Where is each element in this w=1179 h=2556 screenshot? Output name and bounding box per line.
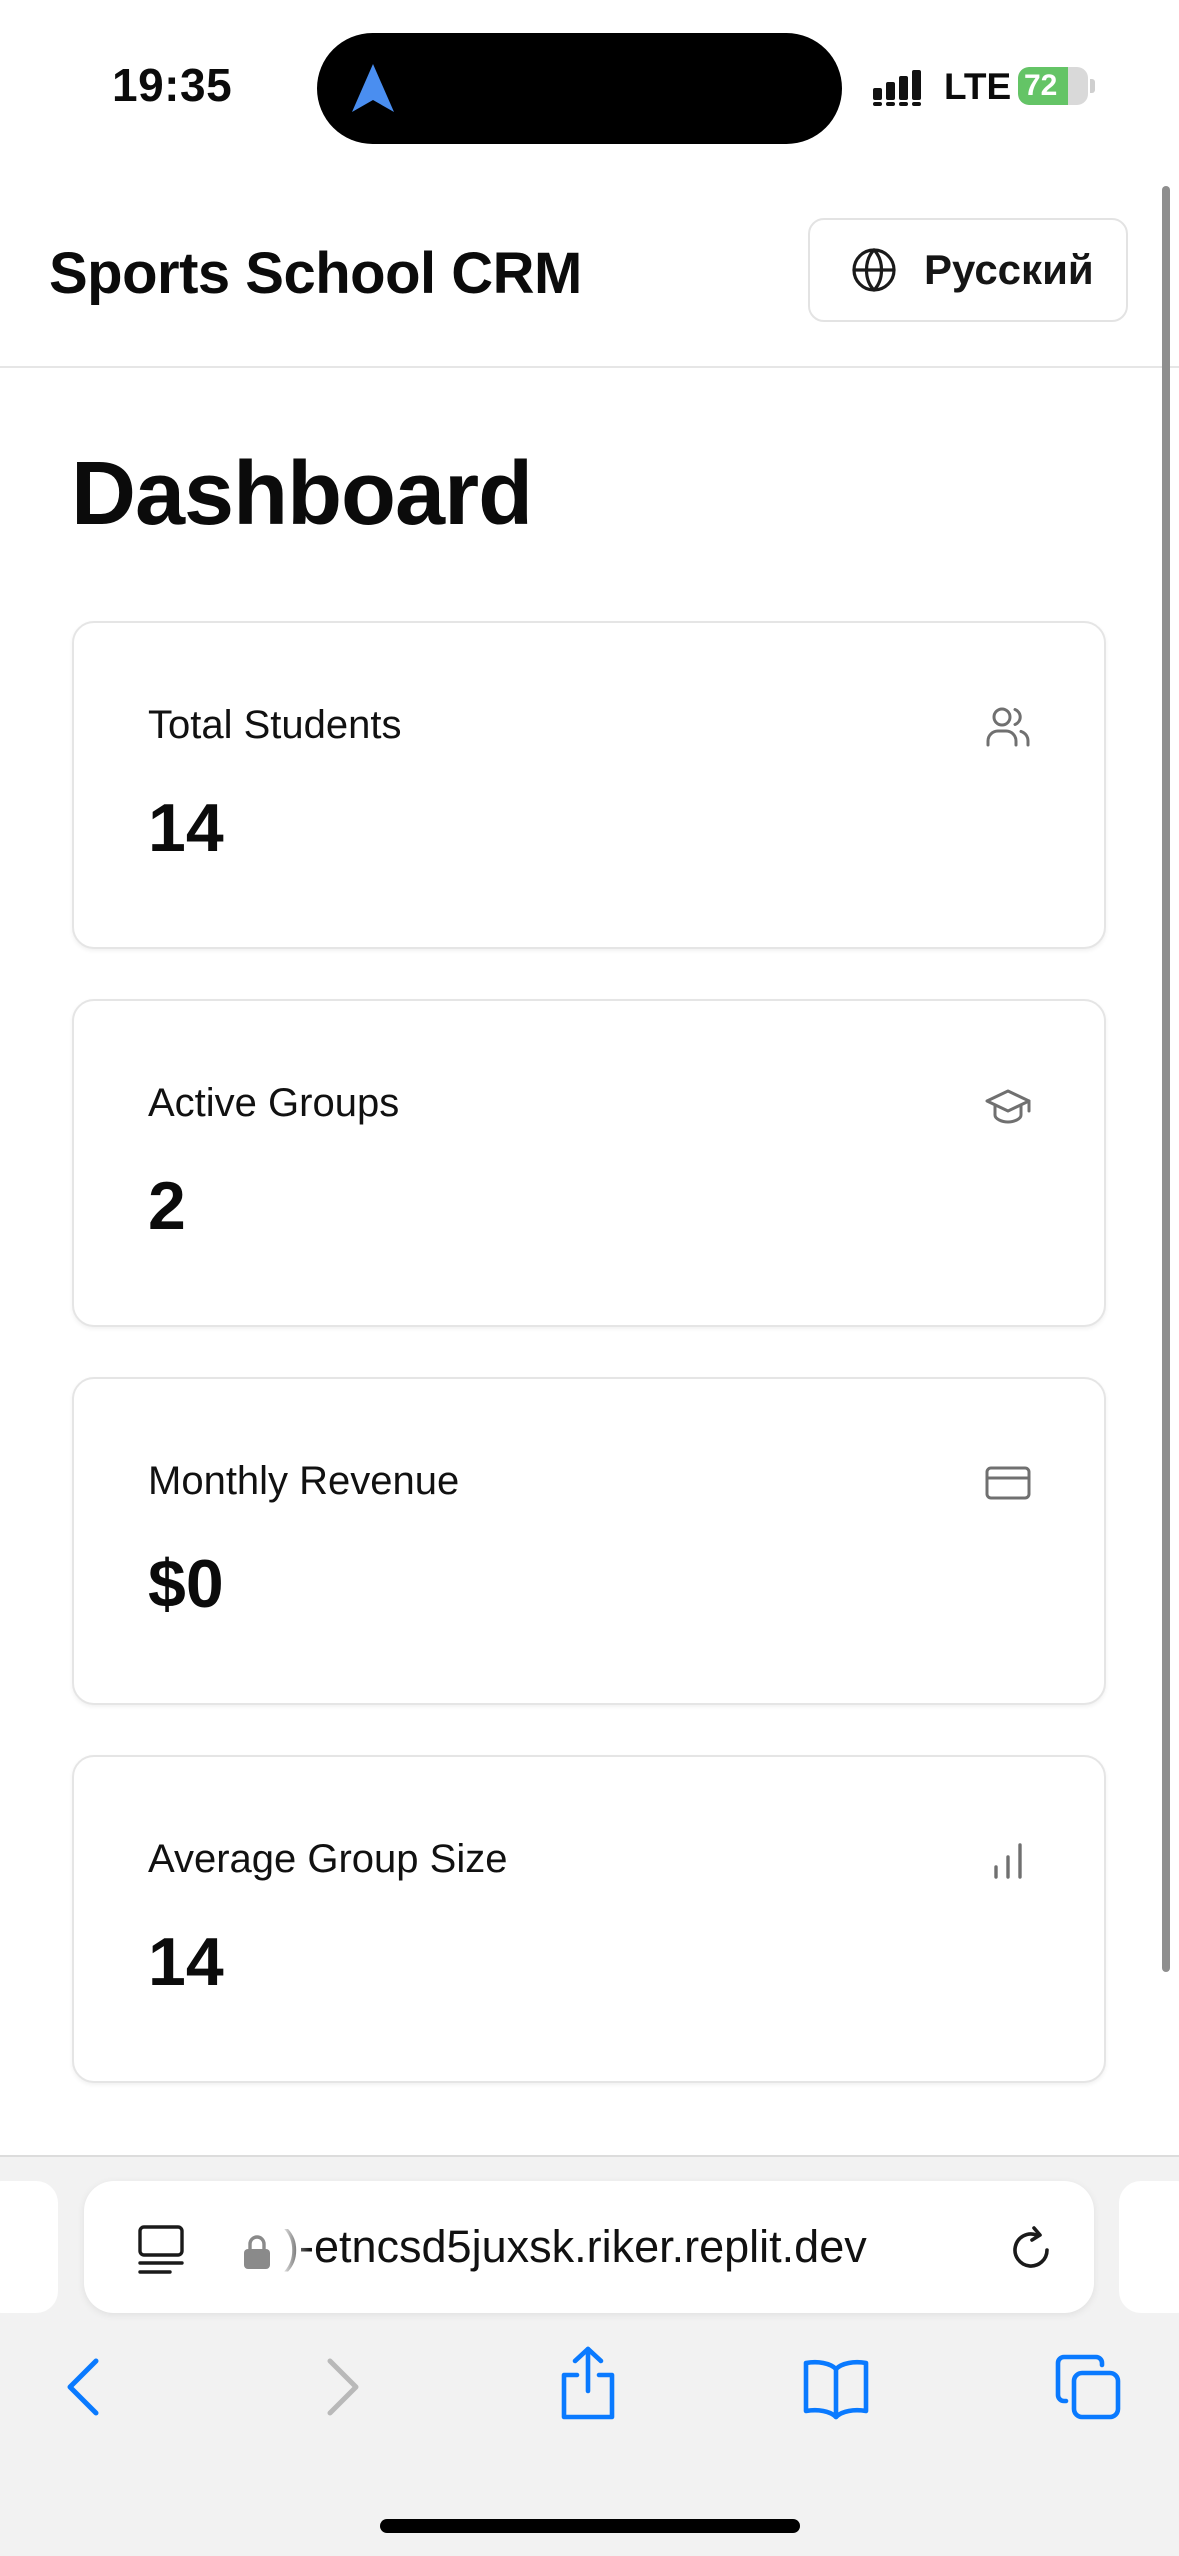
address-bar[interactable]: )-etncsd5juxsk.riker.replit.dev bbox=[84, 2181, 1094, 2313]
url-fade bbox=[280, 2215, 310, 2279]
battery-percent: 72 bbox=[1024, 69, 1058, 102]
page-title: Dashboard bbox=[71, 444, 533, 544]
browser-toolbar: )-etncsd5juxsk.riker.replit.dev bbox=[0, 2155, 1179, 2556]
page-menu-icon[interactable] bbox=[136, 2221, 188, 2277]
network-type: LTE bbox=[944, 66, 1012, 107]
stat-card-average-group-size: Average Group Size 14 bbox=[72, 1755, 1106, 2083]
forward-icon[interactable] bbox=[306, 2353, 374, 2421]
back-icon[interactable] bbox=[52, 2353, 120, 2421]
app-header: Sports School CRM Русский bbox=[0, 180, 1179, 368]
stat-card-active-groups: Active Groups 2 bbox=[72, 999, 1106, 1327]
credit-card-icon bbox=[985, 1466, 1031, 1500]
share-icon[interactable] bbox=[554, 2345, 622, 2421]
battery-charging-icon: 72 bbox=[1018, 67, 1096, 105]
stat-label: Total Students bbox=[148, 703, 402, 747]
signal-icon bbox=[873, 70, 921, 106]
url-text: )-etncsd5juxsk.riker.replit.dev bbox=[284, 2221, 867, 2272]
stat-card-monthly-revenue: Monthly Revenue $0 bbox=[72, 1377, 1106, 1705]
battery-body: 72 bbox=[1018, 67, 1088, 105]
globe-icon bbox=[852, 248, 896, 292]
bookmarks-icon[interactable] bbox=[802, 2353, 870, 2421]
status-time: 19:35 bbox=[112, 59, 233, 111]
battery-nub bbox=[1090, 79, 1095, 93]
stat-value: 14 bbox=[148, 790, 224, 866]
stat-label: Average Group Size bbox=[148, 1837, 508, 1881]
stat-label: Active Groups bbox=[148, 1081, 400, 1125]
stat-value: 14 bbox=[148, 1924, 224, 2000]
next-tab-preview[interactable] bbox=[1119, 2181, 1179, 2313]
users-icon bbox=[986, 707, 1030, 747]
previous-tab-preview[interactable] bbox=[0, 2181, 58, 2313]
stat-card-total-students: Total Students 14 bbox=[72, 621, 1106, 949]
language-switcher-button[interactable]: Русский bbox=[808, 218, 1128, 322]
graduation-cap-icon bbox=[985, 1089, 1031, 1124]
stat-value: 2 bbox=[148, 1168, 186, 1244]
language-label: Русский bbox=[924, 246, 1094, 293]
bar-chart-icon bbox=[994, 1843, 1022, 1879]
reload-icon[interactable] bbox=[1006, 2225, 1056, 2275]
location-arrow-icon bbox=[352, 64, 394, 112]
tabs-icon[interactable] bbox=[1054, 2353, 1122, 2421]
home-indicator[interactable] bbox=[380, 2519, 800, 2533]
lock-icon bbox=[244, 2235, 270, 2269]
app-title: Sports School CRM bbox=[49, 241, 582, 306]
stat-value: $0 bbox=[148, 1546, 224, 1622]
stat-label: Monthly Revenue bbox=[148, 1459, 460, 1503]
status-bar: 19:35 LTE 72 bbox=[0, 0, 1179, 180]
page-scrollbar[interactable] bbox=[1162, 186, 1170, 1972]
